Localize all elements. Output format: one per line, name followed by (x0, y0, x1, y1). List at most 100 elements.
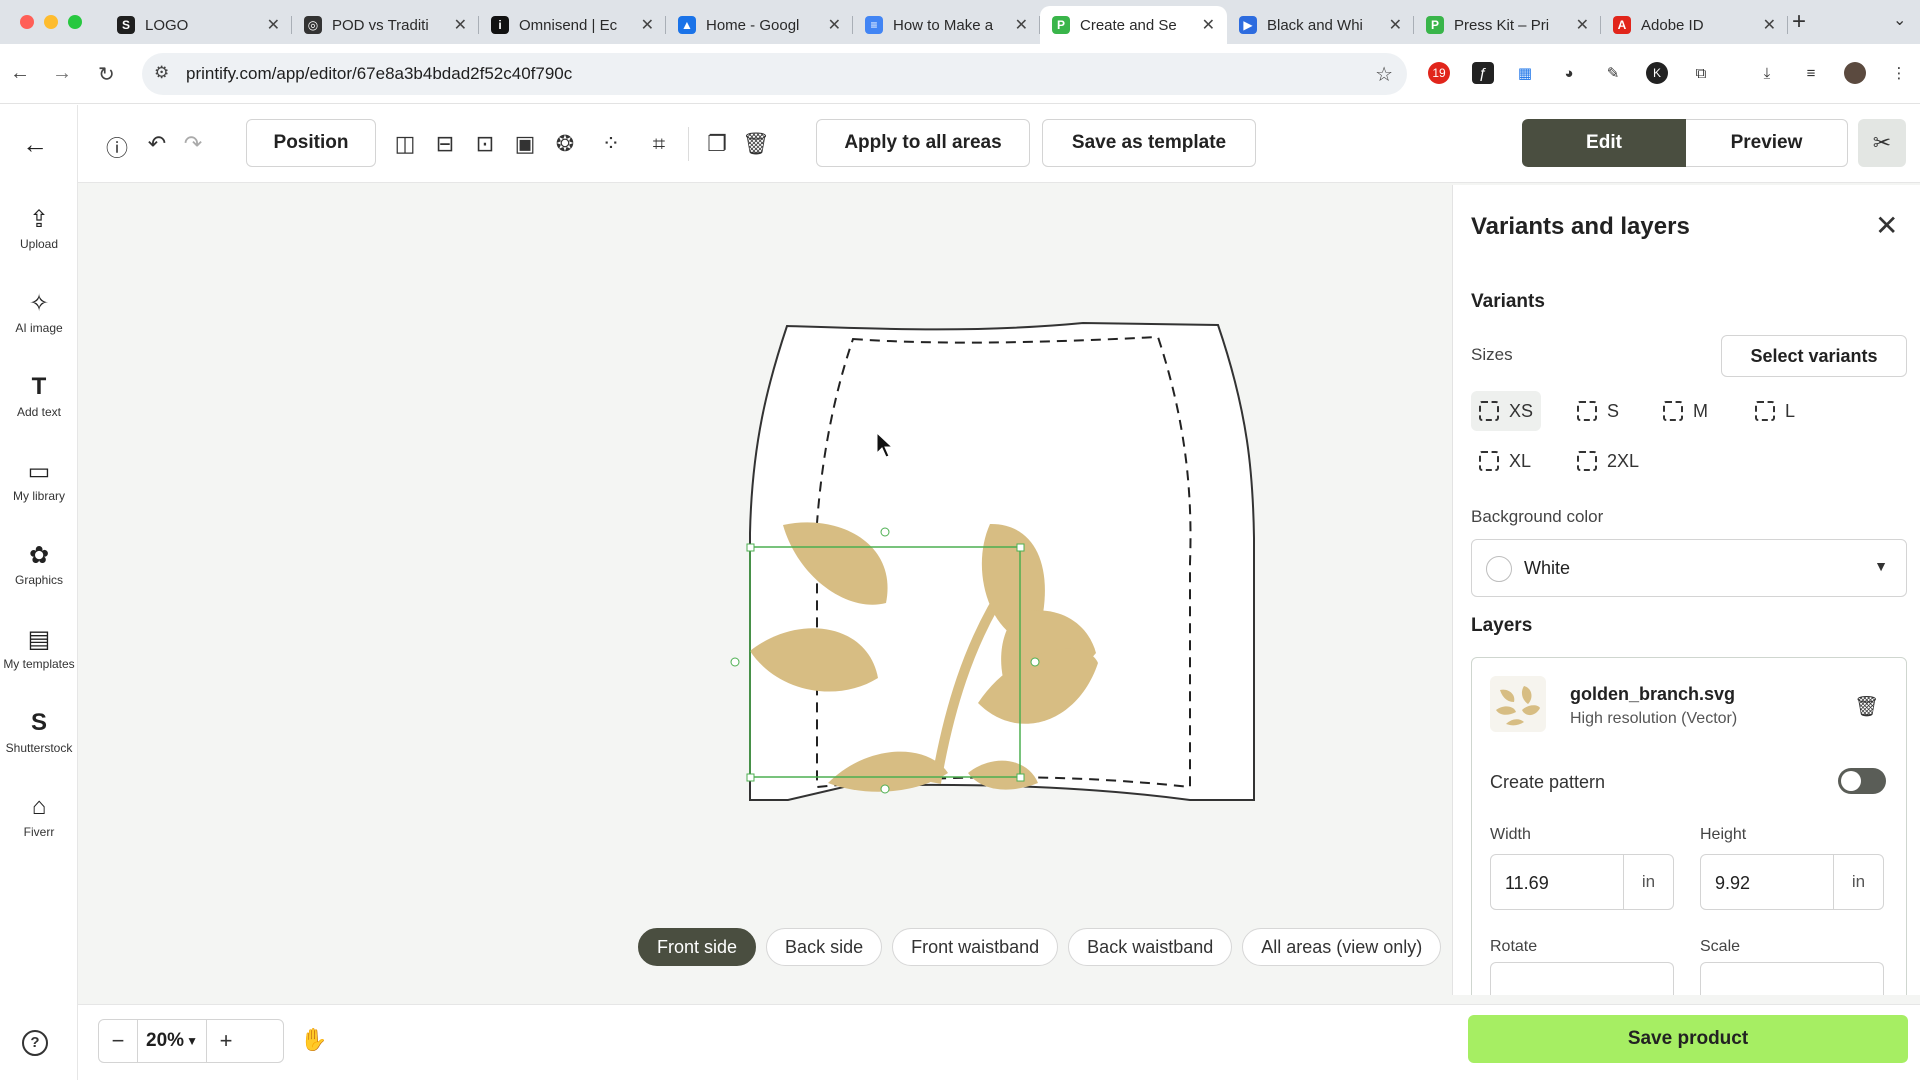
tool-upload[interactable]: ⇪ Upload (0, 205, 78, 251)
effects-icon[interactable]: ⁘ (598, 131, 624, 157)
undo-icon[interactable]: ↶ (144, 131, 170, 157)
browser-tab[interactable]: P Press Kit – Pri ✕ (1414, 6, 1601, 44)
bookmark-star-icon[interactable]: ☆ (1375, 62, 1393, 87)
close-icon[interactable]: ✕ (641, 15, 654, 35)
trash-icon[interactable]: 🗑 (1854, 694, 1879, 719)
avatar[interactable] (1844, 62, 1866, 84)
tool-ai-image[interactable]: ✧ AI image (0, 289, 78, 335)
minimize-window-button[interactable] (44, 15, 58, 29)
trash-icon[interactable]: 🗑 (742, 131, 770, 157)
close-icon[interactable]: ✕ (1015, 15, 1028, 35)
forward-arrow-icon[interactable]: → (52, 62, 72, 85)
upload-icon: ⇪ (28, 206, 50, 233)
new-tab-plus-icon[interactable]: + (1792, 8, 1806, 36)
apply-to-all-areas-button[interactable]: Apply to all areas (816, 119, 1030, 167)
extension-icon[interactable]: K (1646, 62, 1668, 84)
edit-mode-button[interactable]: Edit (1522, 119, 1686, 167)
url-text[interactable]: printify.com/app/editor/67e8a3b4bdad2f52… (186, 64, 572, 84)
tool-fiverr[interactable]: ⌂ Fiverr (0, 793, 78, 839)
tab-front-side[interactable]: Front side (638, 928, 757, 966)
crop-icon[interactable]: ⌗ (646, 131, 672, 157)
tool-graphics[interactable]: ✿ Graphics (0, 541, 78, 587)
hand-pan-icon[interactable]: ✋ (300, 1027, 327, 1053)
fit-icon[interactable]: ⊡ (472, 131, 498, 157)
folder-icon: ▭ (27, 458, 51, 485)
tab-search-chevron-icon[interactable]: ⌄ (1893, 10, 1906, 30)
layer-card[interactable]: golden_branch.svg High resolution (Vecto… (1471, 657, 1907, 995)
size-chip-xl[interactable]: XL (1471, 441, 1539, 481)
tab-front-waistband[interactable]: Front waistband (892, 928, 1059, 966)
layer-name: golden_branch.svg (1570, 684, 1736, 704)
size-chip-2xl[interactable]: 2XL (1569, 441, 1647, 481)
close-icon[interactable]: ✕ (267, 15, 280, 35)
browser-tab[interactable]: S LOGO ✕ (105, 6, 292, 44)
extension-icon[interactable]: 19 (1428, 62, 1450, 84)
save-product-button[interactable]: Save product (1468, 1015, 1908, 1063)
download-icon[interactable]: ⤓ (1756, 62, 1778, 84)
design-canvas[interactable]: Front side Back side Front waistband Bac… (78, 183, 1452, 999)
back-arrow-icon[interactable]: ← (10, 62, 30, 85)
rotate-input[interactable] (1490, 962, 1674, 995)
tab-back-waistband[interactable]: Back waistband (1068, 928, 1233, 966)
size-chip-m[interactable]: M (1655, 391, 1716, 431)
size-chip-s[interactable]: S (1569, 391, 1627, 431)
background-color-select[interactable]: White ▼ (1471, 539, 1907, 597)
close-icon[interactable]: ✕ (1875, 209, 1898, 242)
help-icon[interactable]: ? (22, 1030, 48, 1056)
browser-tab[interactable]: ▲ Home - Googl ✕ (666, 6, 853, 44)
size-chip-xs[interactable]: XS (1471, 391, 1542, 431)
tool-my-library[interactable]: ▭ My library (0, 457, 78, 503)
browser-tab[interactable]: ◎ POD vs Traditi ✕ (292, 6, 479, 44)
position-button[interactable]: Position (246, 119, 376, 167)
zoom-select[interactable]: 20% ▼ (137, 1019, 207, 1063)
close-icon[interactable]: ✕ (1576, 15, 1589, 35)
url-omnibox[interactable]: ⚙ printify.com/app/editor/67e8a3b4bdad2f… (142, 53, 1407, 95)
fill-icon[interactable]: ▣ (512, 131, 538, 157)
flip-vertical-icon[interactable]: ⊟ (432, 131, 458, 157)
tool-add-text[interactable]: T Add text (0, 373, 78, 419)
preview-mode-button[interactable]: Preview (1686, 119, 1848, 167)
browser-tab[interactable]: A Adobe ID ✕ (1601, 6, 1788, 44)
flip-horizontal-icon[interactable]: ◫ (392, 131, 418, 157)
extension-icon[interactable]: ƒ (1472, 62, 1494, 84)
design-tools-icon[interactable]: ✂ (1858, 119, 1906, 167)
close-icon[interactable]: ✕ (828, 15, 841, 35)
select-variants-button[interactable]: Select variants (1721, 335, 1907, 377)
extension-icon[interactable]: ▦ (1514, 62, 1536, 84)
color-swatch (1486, 556, 1512, 582)
browser-tab[interactable]: i Omnisend | Ec ✕ (479, 6, 666, 44)
create-pattern-toggle[interactable] (1838, 768, 1886, 794)
redo-icon[interactable]: ↷ (180, 131, 206, 157)
scale-input[interactable] (1700, 962, 1884, 995)
back-arrow-icon[interactable]: ← (22, 129, 48, 160)
save-as-template-button[interactable]: Save as template (1042, 119, 1256, 167)
puzzle-icon[interactable]: ⧉ (1690, 62, 1712, 84)
tool-my-templates[interactable]: ▤ My templates (0, 625, 78, 671)
tab-back-side[interactable]: Back side (766, 928, 883, 966)
width-input[interactable]: 11.69 in (1490, 854, 1674, 910)
info-icon[interactable]: ⓘ (104, 131, 130, 163)
duplicate-icon[interactable]: ❐ (704, 131, 730, 157)
browser-tab[interactable]: ▶ Black and Whi ✕ (1227, 6, 1414, 44)
height-input[interactable]: 9.92 in (1700, 854, 1884, 910)
close-icon[interactable]: ✕ (1202, 15, 1215, 35)
reload-icon[interactable]: ↻ (98, 62, 115, 87)
size-chip-l[interactable]: L (1747, 391, 1803, 431)
more-menu-icon[interactable]: ⋮ (1888, 62, 1910, 84)
close-icon[interactable]: ✕ (1763, 15, 1776, 35)
media-controls-icon[interactable]: ≡ (1800, 62, 1822, 84)
tab-all-areas[interactable]: All areas (view only) (1242, 928, 1442, 966)
close-window-button[interactable] (20, 15, 34, 29)
browser-tab-active[interactable]: P Create and Se ✕ (1040, 6, 1227, 44)
tool-shutterstock[interactable]: S Shutterstock (0, 709, 78, 755)
eyedropper-icon[interactable]: ✎ (1602, 62, 1624, 84)
zoom-in-button[interactable]: + (207, 1028, 245, 1054)
site-settings-icon[interactable]: ⚙ (154, 63, 169, 83)
maximize-window-button[interactable] (68, 15, 82, 29)
extension-icon[interactable]: ◕ (1558, 62, 1580, 84)
browser-tab[interactable]: ≡ How to Make a ✕ (853, 6, 1040, 44)
zoom-out-button[interactable]: − (99, 1028, 137, 1054)
pattern-icon[interactable]: ❂ (552, 131, 578, 157)
close-icon[interactable]: ✕ (454, 15, 467, 35)
close-icon[interactable]: ✕ (1389, 15, 1402, 35)
